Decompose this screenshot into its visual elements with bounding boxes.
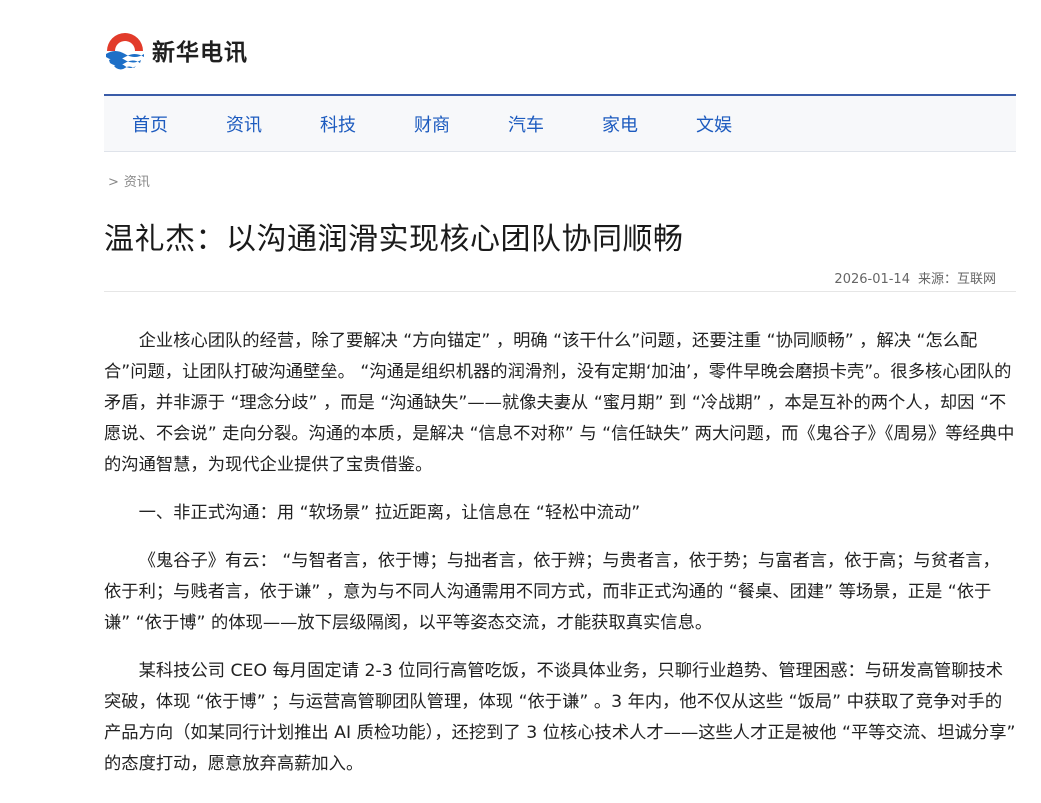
- article-paragraph: 企业核心团队的经营，除了要解决 “方向锚定” ，明确 “该干什么”问题，还要注重…: [104, 331, 1015, 475]
- breadcrumb: > 资讯: [108, 171, 150, 190]
- logo-icon[interactable]: [104, 29, 146, 71]
- section-heading: 一、非正式沟通：用 “软场景” 拉近距离，让信息在 “轻松中流动”: [138, 503, 641, 523]
- nav-item-auto[interactable]: 汽车: [508, 111, 544, 137]
- nav-item-appliance[interactable]: 家电: [602, 111, 638, 137]
- site-name[interactable]: 新华电讯: [152, 33, 248, 67]
- nav-item-home[interactable]: 首页: [132, 111, 168, 137]
- main-nav: 首页 资讯 科技 财商 汽车 家电 文娱: [104, 94, 1016, 152]
- site-header: 新华电讯: [104, 28, 248, 72]
- article-source: 来源：互联网: [917, 272, 996, 287]
- article-meta: 2026-01-14 来源：互联网: [834, 268, 996, 287]
- article-title: 温礼杰：以沟通润滑实现核心团队协同顺畅: [104, 222, 684, 257]
- nav-item-finance[interactable]: 财商: [414, 111, 450, 137]
- nav-item-news[interactable]: 资讯: [226, 111, 262, 137]
- nav-item-entertainment[interactable]: 文娱: [696, 111, 732, 137]
- article-paragraph: 《鬼谷子》有云： “与智者言，依于博；与拙者言，依于辨；与贵者言，依于势；与富者…: [104, 551, 1000, 633]
- article-paragraph: 某科技公司 CEO 每月固定请 2-3 位同行高管吃饭，不谈具体业务，只聊行业趋…: [104, 661, 1016, 774]
- publish-date: 2026-01-14: [834, 272, 910, 287]
- nav-item-tech[interactable]: 科技: [320, 111, 356, 137]
- article-body: 企业核心团队的经营，除了要解决 “方向锚定” ，明确 “该干什么”问题，还要注重…: [104, 326, 1016, 797]
- title-divider: [104, 291, 1016, 292]
- breadcrumb-item-news[interactable]: 资讯: [124, 175, 150, 190]
- breadcrumb-separator: >: [108, 175, 119, 190]
